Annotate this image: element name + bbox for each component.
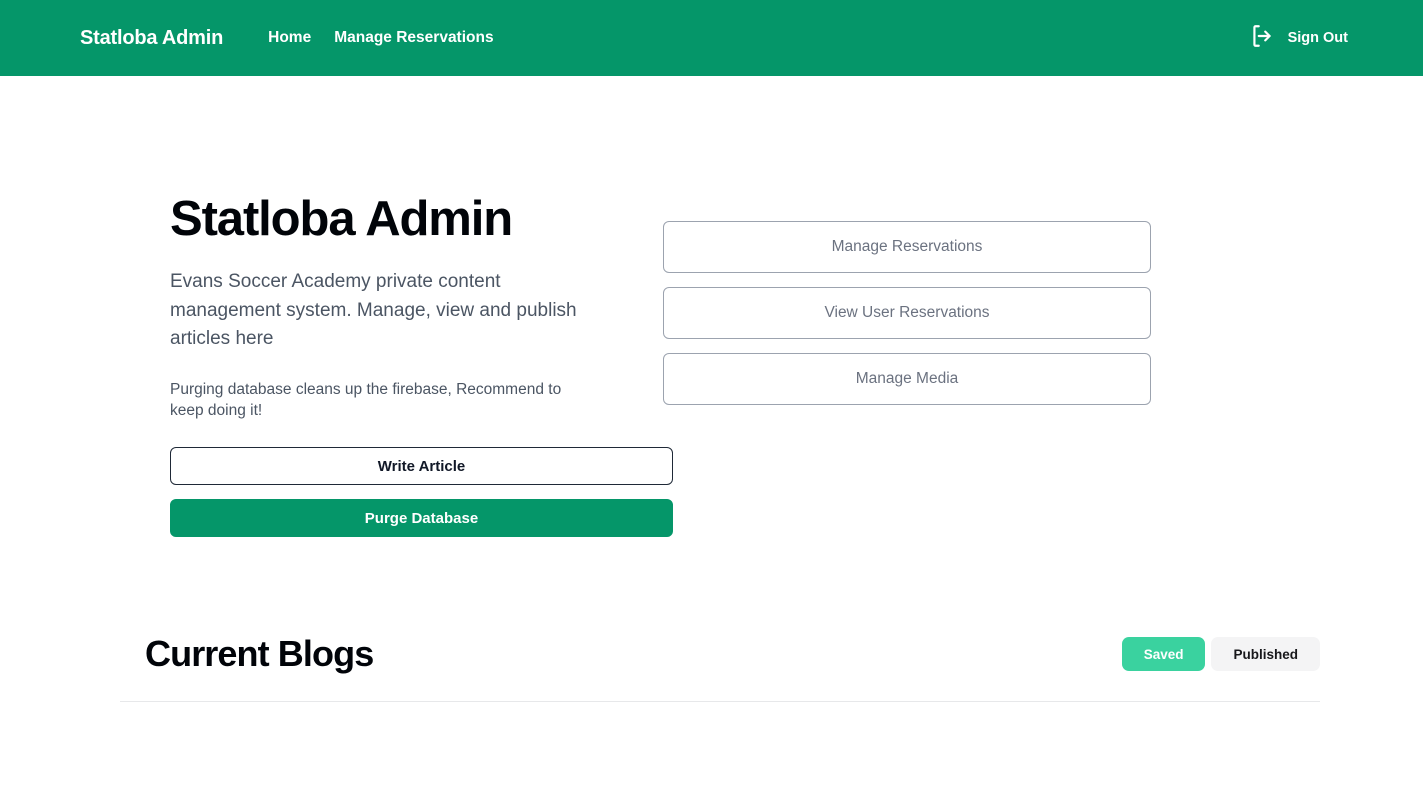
hero-note: Purging database cleans up the firebase,… <box>170 380 562 420</box>
hero-section: Statloba Admin Evans Soccer Academy priv… <box>0 76 1423 538</box>
logout-icon <box>1249 23 1275 54</box>
current-blogs-title: Current Blogs <box>145 633 374 675</box>
hero-right-column: Manage Reservations View User Reservatio… <box>583 194 1151 537</box>
sign-out-button[interactable]: Sign Out <box>1249 23 1391 54</box>
blogs-filter-toggle: Saved Published <box>1121 637 1320 672</box>
hero-left-column: Statloba Admin Evans Soccer Academy priv… <box>0 192 673 538</box>
nav-link-home[interactable]: Home <box>268 29 311 47</box>
side-action-buttons: Manage Reservations View User Reservatio… <box>663 221 1151 405</box>
current-blogs-section: Current Blogs Saved Published <box>0 633 1423 762</box>
sign-out-label: Sign Out <box>1287 30 1348 46</box>
filter-tab-saved[interactable]: Saved <box>1121 637 1206 672</box>
top-navbar: Statloba Admin Home Manage Reservations … <box>0 0 1423 76</box>
view-user-reservations-button[interactable]: View User Reservations <box>663 287 1151 339</box>
nav-link-manage-reservations[interactable]: Manage Reservations <box>334 29 493 47</box>
manage-reservations-button[interactable]: Manage Reservations <box>663 221 1151 273</box>
brand-title[interactable]: Statloba Admin <box>80 27 223 50</box>
page-title: Statloba Admin <box>170 192 513 246</box>
current-blogs-header: Current Blogs Saved Published <box>145 633 1320 675</box>
hero-subtitle: Evans Soccer Academy private content man… <box>170 271 577 349</box>
nav-links: Home Manage Reservations <box>268 29 493 47</box>
blogs-list <box>145 702 1320 762</box>
filter-tab-published[interactable]: Published <box>1211 637 1320 672</box>
manage-media-button[interactable]: Manage Media <box>663 353 1151 405</box>
